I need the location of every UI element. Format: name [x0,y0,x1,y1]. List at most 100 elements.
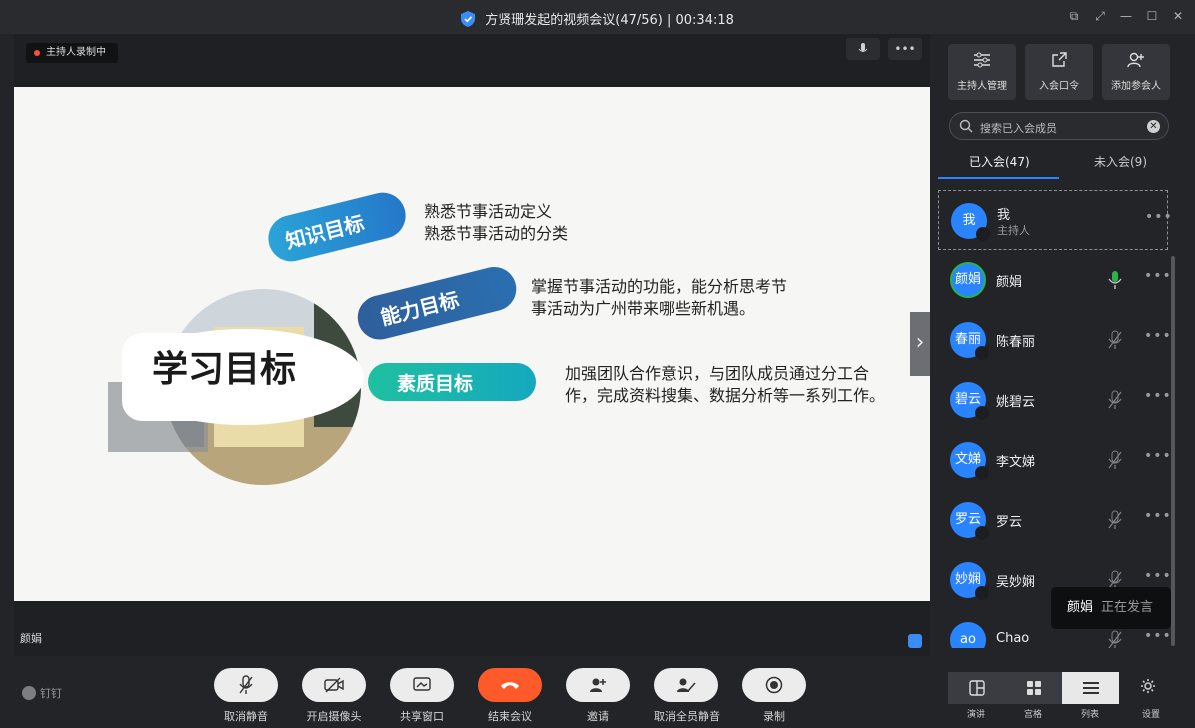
list-view-button[interactable] [1062,672,1119,704]
end-meeting-label: 结束会议 [488,710,532,723]
more-icon: ••• [894,42,916,56]
unmute-label: 取消静音 [224,710,268,723]
share-window-label: 共享窗口 [400,710,444,723]
list-item[interactable]: 春丽 陈春丽 ••• [938,310,1171,370]
add-participant-label: 添加参会人 [1111,81,1161,92]
mic-muted-icon[interactable] [1108,510,1122,530]
speaker-view-button[interactable] [948,672,1005,704]
more-icon[interactable]: ••• [1144,508,1172,524]
add-user-icon [590,678,606,692]
slide-text-3a: 加强团队合作意识，与团队成员通过分工合 [565,364,869,383]
list-item[interactable]: 颜娟 颜娟 ••• [938,250,1171,310]
tab-joined[interactable]: 已入会(47) [969,153,1030,170]
avatar: ao [950,622,986,648]
search-placeholder: 搜索已入会成员 [980,122,1057,135]
screen-share-icon[interactable] [908,634,922,648]
end-meeting-button[interactable]: 结束会议 [478,668,542,724]
maximize-icon[interactable]: ☐ [1145,9,1159,23]
member-name: 我 [997,208,1011,223]
camera-button[interactable]: 开启摄像头 [302,668,366,724]
speaker-layout-icon [968,680,985,696]
stage-more-button[interactable]: ••• [888,38,922,60]
more-icon[interactable]: ••• [1144,568,1172,584]
mic-on-icon[interactable] [1108,270,1122,290]
mic-muted-icon[interactable] [1108,450,1122,470]
control-bar: 钉钉 取消静音 开启摄像头 共享窗口 结束会议 邀请 取消全员静音 录制 演讲 … [0,656,1195,728]
member-list-scrollbar[interactable] [1171,256,1175,646]
share-icon [1052,52,1067,67]
mic-muted-icon [975,586,989,600]
active-tab-indicator [938,177,1059,179]
member-search-input[interactable]: 搜索已入会成员 ✕ [949,112,1169,140]
more-icon[interactable]: ••• [1144,388,1172,404]
minimize-icon[interactable]: — [1119,9,1133,23]
speaking-toast: 颜娟 正在发言 [1051,587,1171,629]
slide-text-2a: 掌握节事活动的功能，能分析思考节 [531,277,787,296]
slide-text-1b: 熟悉节事活动的分类 [424,224,568,243]
recording-badge: 主持人录制中 [26,43,118,63]
active-speaker-label: 颜娟 [20,632,42,645]
member-role: 主持人 [997,224,1030,237]
shield-icon [461,11,476,27]
host-manage-button[interactable]: 主持人管理 [948,44,1016,100]
title-bar: 方贤珊发起的视频会议(47/56) | 00:34:18 ⧉ ⤢ — ☐ ✕ [0,0,1195,34]
member-name: 姚碧云 [996,395,1036,410]
participants-panel: 主持人管理 入会口令 添加参会人 搜索已入会成员 ✕ 已入会(47) 未入会(9… [938,34,1176,656]
avatar: 颜娟 [950,262,986,298]
member-name: 李文娣 [996,455,1036,470]
popout-icon[interactable]: ⧉ [1067,9,1081,23]
mic-muted-icon [976,227,990,241]
list-item[interactable]: 碧云 姚碧云 ••• [938,370,1171,430]
camera-label: 开启摄像头 [306,710,362,723]
clear-search-icon[interactable]: ✕ [1147,120,1160,133]
member-name: 吴妙娴 [996,575,1036,590]
dingtalk-icon [22,686,36,700]
speaking-name: 颜娟 [1067,600,1094,615]
stage-mic-button[interactable] [846,38,880,60]
list-icon [1082,682,1099,694]
grid-view-label: 宫格 [1024,710,1043,720]
mic-muted-icon[interactable] [1108,330,1122,350]
tab-not-joined[interactable]: 未入会(9) [1094,153,1147,170]
layout-switcher [948,672,1119,704]
gear-icon[interactable] [1140,678,1156,694]
fullscreen-icon[interactable]: ⤢ [1093,9,1107,23]
next-page-chevron-icon[interactable]: › [910,312,930,376]
record-button[interactable]: 录制 [742,668,806,724]
list-item[interactable]: 文娣 李文娣 ••• [938,430,1171,490]
grid-view-button[interactable] [1005,672,1062,704]
share-window-button[interactable]: 共享窗口 [390,668,454,724]
invite-button[interactable]: 邀请 [566,668,630,724]
member-tabs: 已入会(47) 未入会(9) [938,144,1176,179]
add-user-icon [1127,52,1144,68]
record-icon [765,676,783,694]
slide-text-1a: 熟悉节事活动定义 [424,202,552,221]
list-item[interactable]: 罗云 罗云 ••• [938,490,1171,550]
pill-quality: 素质目标 [397,372,473,395]
grid-icon [1026,681,1041,695]
more-icon[interactable]: ••• [1144,448,1172,464]
unmute-button[interactable]: 取消静音 [214,668,278,724]
member-name: Chao [996,631,1030,646]
mic-muted-icon[interactable] [1108,630,1122,648]
add-participant-button[interactable]: 添加参会人 [1102,44,1170,100]
join-code-button[interactable]: 入会口令 [1025,44,1093,100]
close-icon[interactable]: ✕ [1171,9,1185,23]
more-icon[interactable]: ••• [1145,209,1173,225]
unmute-all-button[interactable]: 取消全员静音 [654,668,720,724]
mic-muted-icon [975,526,989,540]
slide-main-title: 学习目标 [152,348,296,390]
mic-muted-icon[interactable] [1108,390,1122,410]
mic-muted-icon [975,466,989,480]
brand-logo: 钉钉 [22,685,62,701]
hang-up-icon [501,682,519,689]
more-icon[interactable]: ••• [1144,268,1172,284]
search-icon [959,119,973,133]
more-icon[interactable]: ••• [1144,628,1172,644]
more-icon[interactable]: ••• [1144,328,1172,344]
speaker-view-label: 演讲 [967,710,986,720]
avatar: 春丽 [950,322,989,360]
list-item[interactable]: 我 我 主持人 ••• [938,190,1172,250]
slide-text-2b: 事活动为广州带来哪些新机遇。 [531,299,755,318]
shared-slide: 学习目标 知识目标 能力目标 素质目标 熟悉节事活动定义 熟悉节事活动的分类 掌… [14,87,930,601]
